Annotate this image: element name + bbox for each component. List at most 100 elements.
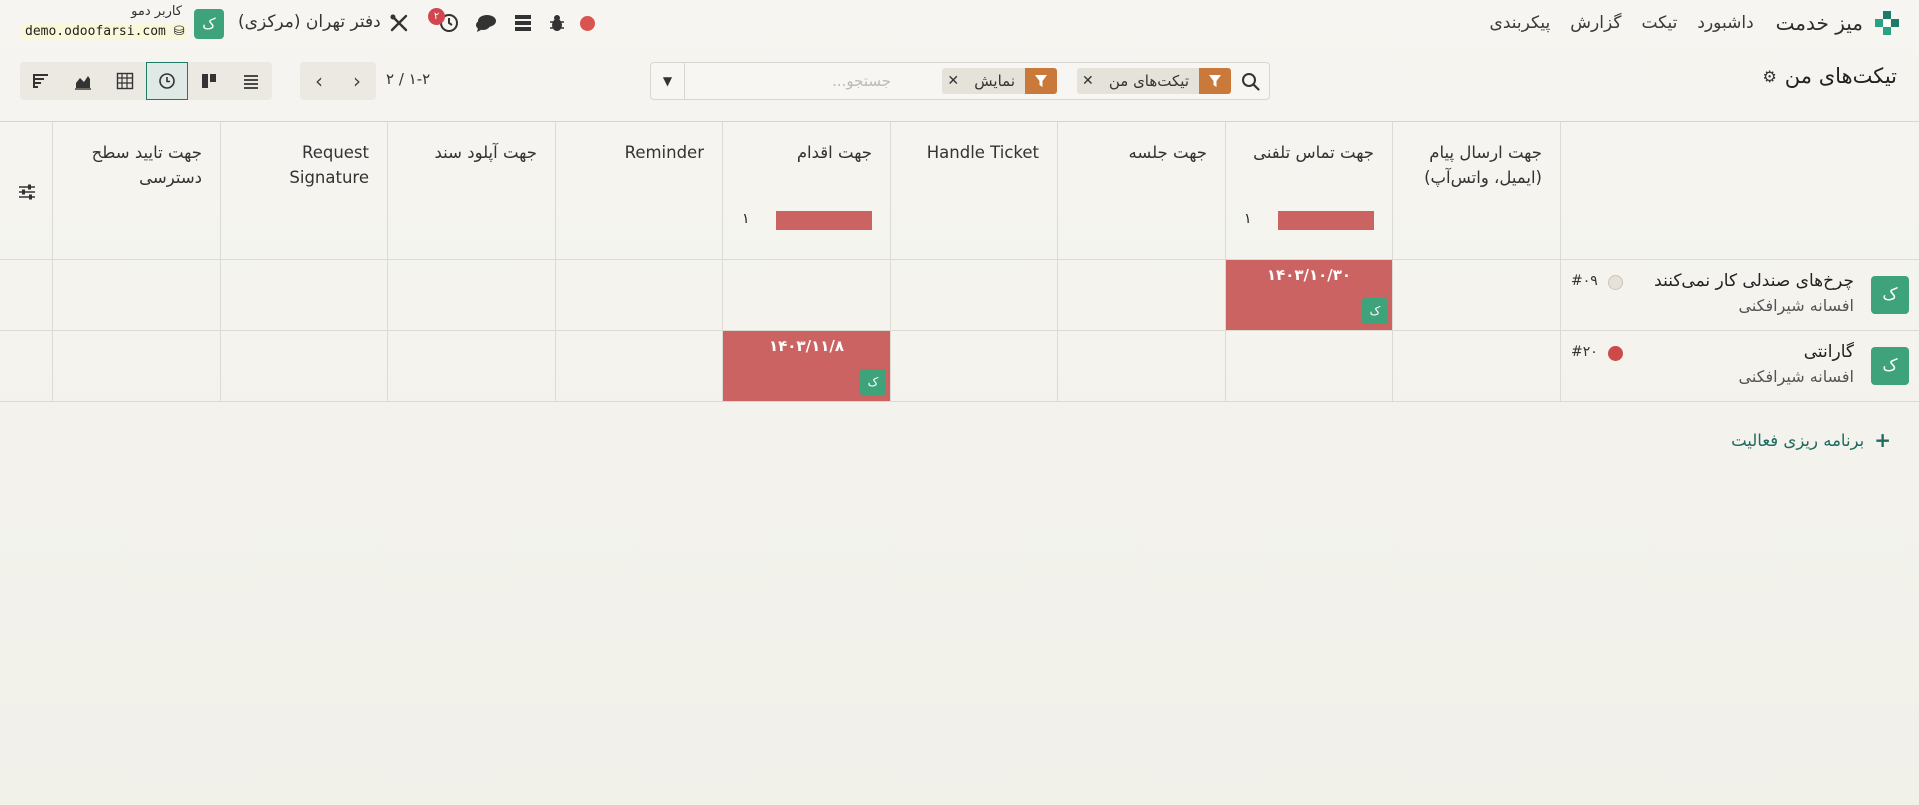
facet-label: نمایش [964, 68, 1025, 94]
activity-cell[interactable] [388, 331, 556, 402]
column-header[interactable]: جهت اقدام ۱ [723, 122, 891, 260]
server-icon[interactable] [512, 12, 534, 34]
kanban-view-button[interactable] [188, 62, 230, 100]
column-header[interactable]: جهت ارسال پیام (ایمیل، واتس‌آپ) [1393, 122, 1561, 260]
record-cell[interactable]: ک چرخ‌های صندلی کار نمی‌کنند افسانه شیرا… [1561, 260, 1919, 331]
table-row: ک چرخ‌های صندلی کار نمی‌کنند افسانه شیرا… [0, 260, 1919, 331]
debug-tools-icon[interactable] [388, 12, 410, 34]
column-header[interactable]: Request Signature [221, 122, 388, 260]
activity-cell[interactable] [388, 260, 556, 331]
activity-cell[interactable] [891, 331, 1058, 402]
facet-display[interactable]: نمایش ✕ [942, 68, 1057, 94]
activity-grid: جهت ارسال پیام (ایمیل، واتس‌آپ) جهت تماس… [0, 121, 1919, 402]
pager-previous-button[interactable]: ‹ [300, 62, 338, 100]
record-avatar[interactable]: ک [1871, 347, 1909, 385]
activity-cell[interactable] [1393, 331, 1561, 402]
column-label: جهت تماس تلفنی [1253, 143, 1374, 162]
activity-view-button[interactable] [146, 62, 188, 100]
facet-my-tickets[interactable]: تیکت‌های من ✕ [1076, 68, 1231, 94]
database-icon: ⛁ [173, 24, 185, 39]
pivot-view-button[interactable] [104, 62, 146, 100]
bug-icon[interactable] [546, 12, 568, 34]
grid-header: جهت ارسال پیام (ایمیل، واتس‌آپ) جهت تماس… [0, 122, 1919, 260]
graph-view-button[interactable] [62, 62, 104, 100]
priority-dot[interactable] [1608, 275, 1623, 290]
column-label: Handle Ticket [926, 143, 1039, 162]
column-count: ۱ [1244, 211, 1252, 227]
status-dot-icon [580, 16, 595, 31]
close-icon[interactable]: ✕ [1076, 68, 1099, 94]
view-switcher [20, 62, 272, 100]
pivot-icon [116, 72, 134, 90]
user-menu[interactable]: کاربر دمو demo.odoofarsi.com ⛁ [22, 4, 188, 42]
search-options-toggle[interactable]: ▼ [651, 63, 685, 99]
activity-cell[interactable] [1058, 331, 1226, 402]
brand[interactable]: میز خدمت [1764, 9, 1901, 37]
column-header[interactable]: جهت تماس تلفنی ۱ [1226, 122, 1393, 260]
activity-cell[interactable] [1058, 260, 1226, 331]
menu-item-report[interactable]: گزارش [1570, 13, 1621, 33]
activity-avatar: ک [860, 369, 886, 395]
activity-cell[interactable] [556, 260, 723, 331]
record-name[interactable]: گارانتی [1804, 342, 1854, 362]
messaging-icon[interactable] [475, 12, 497, 34]
page-title: تیکت‌های من ⚙ [1762, 64, 1897, 88]
column-header[interactable]: جهت آپلود سند [388, 122, 556, 260]
record-avatar[interactable]: ک [1871, 276, 1909, 314]
helpdesk-logo-icon [1875, 11, 1899, 35]
activity-cell[interactable] [1393, 260, 1561, 331]
menu-item-ticket[interactable]: تیکت [1641, 13, 1677, 33]
user-avatar[interactable]: ک [194, 9, 224, 39]
activity-cell[interactable] [53, 260, 221, 331]
record-cell[interactable]: ک گارانتی افسانه شیرافکنی #۲۰ [1561, 331, 1919, 402]
pager-value[interactable]: ۱-۲ / ۲ [386, 70, 430, 88]
column-header[interactable]: Reminder [556, 122, 723, 260]
cohort-icon [33, 74, 48, 88]
activity-avatar: ک [1362, 298, 1388, 324]
activity-cell[interactable] [221, 331, 388, 402]
pager-next-button[interactable]: › [338, 62, 376, 100]
database-label: demo.odoofarsi.com [25, 24, 166, 39]
column-settings[interactable] [0, 122, 53, 260]
cohort-view-button[interactable] [20, 62, 62, 100]
search-input[interactable] [691, 71, 891, 91]
filter-icon [1025, 68, 1057, 94]
record-name[interactable]: چرخ‌های صندلی کار نمی‌کنند [1654, 271, 1854, 291]
menu-item-config[interactable]: پیکربندی [1490, 13, 1551, 33]
gear-icon[interactable]: ⚙ [1762, 67, 1776, 86]
facet-label: تیکت‌های من [1098, 68, 1199, 94]
table-row: ک گارانتی افسانه شیرافکنی #۲۰ ۱۴۰۳/۱۱/۸ … [0, 331, 1919, 402]
close-icon[interactable]: ✕ [942, 68, 965, 94]
company-switcher[interactable]: دفتر تهران (مرکزی) [238, 12, 381, 32]
activity-badge: ۲ [428, 8, 445, 25]
filter-icon [1199, 68, 1231, 94]
graph-icon [75, 76, 91, 90]
search-icon[interactable] [1241, 72, 1261, 92]
column-progress: ۱ [1244, 211, 1374, 230]
column-header[interactable]: جهت جلسه [1058, 122, 1226, 260]
activity-cell[interactable] [53, 331, 221, 402]
database-name: demo.odoofarsi.com ⛁ [22, 23, 188, 40]
search-box: تیکت‌های من ✕ نمایش ✕ ▼ [650, 62, 1270, 100]
app-name[interactable]: میز خدمت [1776, 11, 1863, 35]
caret-down-icon: ▼ [662, 74, 673, 88]
progress-bar [1278, 211, 1374, 230]
schedule-activity-button[interactable]: + برنامه ریزی فعالیت [1731, 428, 1891, 452]
column-header[interactable]: جهت تایید سطح دسترسی [53, 122, 221, 260]
activity-cell[interactable] [1226, 331, 1393, 402]
activity-cell[interactable] [723, 260, 891, 331]
column-header[interactable]: Handle Ticket [891, 122, 1058, 260]
column-label: جهت آپلود سند [434, 143, 537, 162]
activity-date: ۱۴۰۳/۱۰/۳۰ [1266, 266, 1352, 284]
activity-cell[interactable] [556, 331, 723, 402]
column-label: جهت اقدام [796, 143, 872, 162]
main-menu: داشبورد تیکت گزارش پیکربندی [1480, 13, 1764, 33]
activity-cell-overdue[interactable]: ۱۴۰۳/۱۱/۸ ک [723, 331, 891, 402]
menu-item-dashboard[interactable]: داشبورد [1697, 13, 1753, 33]
activity-cell[interactable] [891, 260, 1058, 331]
list-view-button[interactable] [230, 62, 272, 100]
activity-cell[interactable] [221, 260, 388, 331]
progress-bar [776, 211, 872, 230]
activity-cell-overdue[interactable]: ۱۴۰۳/۱۰/۳۰ ک [1226, 260, 1393, 331]
priority-dot[interactable] [1608, 346, 1623, 361]
